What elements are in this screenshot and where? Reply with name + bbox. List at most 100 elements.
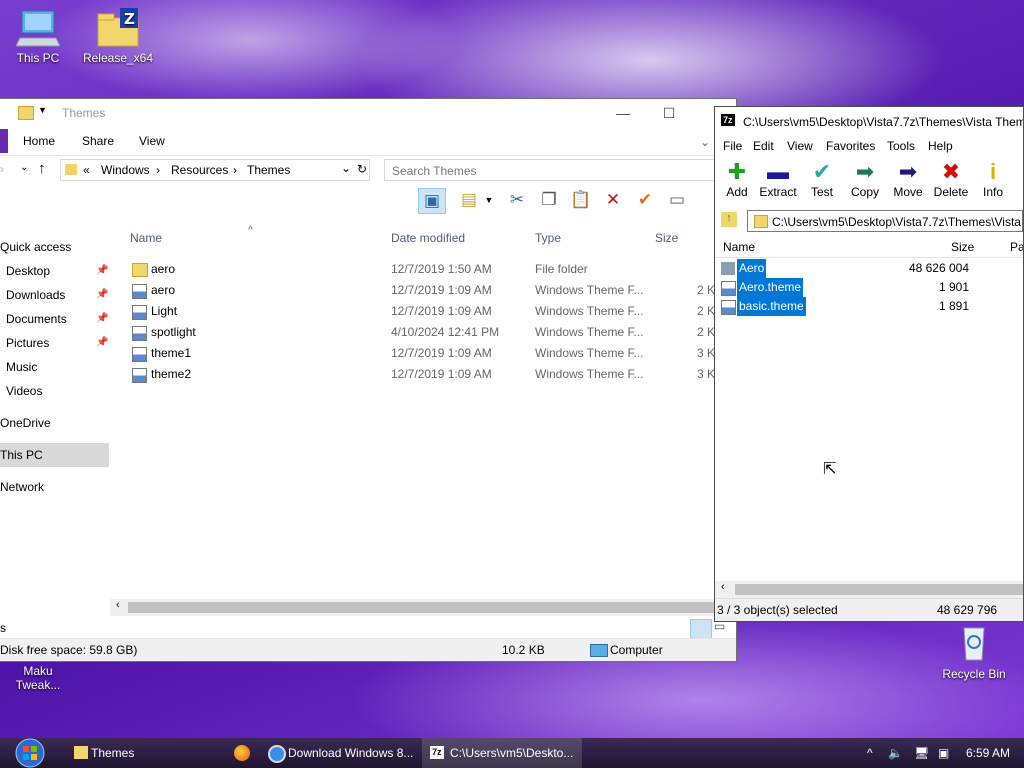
- menu-tools[interactable]: Tools: [887, 139, 915, 153]
- volume-muted-icon[interactable]: 🔈: [888, 746, 903, 760]
- forward-icon[interactable]: ›: [0, 162, 4, 176]
- taskbar-item-explorer[interactable]: Themes: [66, 738, 226, 768]
- file-row[interactable]: aero 12/7/2019 1:09 AM Windows Theme F..…: [110, 280, 736, 301]
- network-icon[interactable]: 🖥: [914, 746, 929, 760]
- taskbar-item-chrome[interactable]: Download Windows 8...: [262, 738, 420, 768]
- rename-check-icon[interactable]: ✔: [632, 188, 658, 212]
- copy-button[interactable]: ➡ Copy: [843, 159, 887, 199]
- archive-row[interactable]: Aero 48 626 004: [715, 259, 1023, 278]
- delete-icon[interactable]: ✕: [600, 188, 626, 212]
- nav-downloads[interactable]: Downloads 📌: [0, 283, 109, 307]
- file-row[interactable]: Light 12/7/2019 1:09 AM Windows Theme F.…: [110, 301, 736, 322]
- nav-quick-access[interactable]: Quick access: [0, 235, 109, 259]
- menu-file[interactable]: File: [723, 139, 742, 153]
- start-button[interactable]: [10, 738, 50, 768]
- archive-row[interactable]: Aero.theme 1 901: [715, 278, 1023, 297]
- nav-network[interactable]: Network: [0, 475, 109, 499]
- scroll-left-icon[interactable]: ‹: [721, 581, 725, 593]
- desktop-icon-recycle-bin[interactable]: Recycle Bin: [938, 624, 1010, 681]
- horizontal-scrollbar[interactable]: ‹: [715, 581, 1023, 598]
- desktop-icon-release[interactable]: Z Release_x64: [82, 8, 154, 65]
- column-size[interactable]: Size: [951, 240, 974, 254]
- taskbar-label: Download Windows 8...: [288, 746, 414, 760]
- extract-button[interactable]: ▬ Extract: [756, 159, 800, 199]
- column-name[interactable]: Name: [723, 240, 755, 254]
- tab-home[interactable]: Home: [23, 134, 55, 148]
- cut-icon[interactable]: ✂: [504, 188, 530, 212]
- file-row[interactable]: aero 12/7/2019 1:50 AM File folder: [110, 259, 736, 280]
- menu-favorites[interactable]: Favorites: [826, 139, 875, 153]
- column-size[interactable]: Size: [655, 231, 678, 245]
- delete-button[interactable]: ✖ Delete: [929, 159, 973, 199]
- file-tab-marker[interactable]: [0, 129, 8, 153]
- move-button[interactable]: ➡ Move: [886, 159, 930, 199]
- scrollbar-thumb[interactable]: [735, 584, 1023, 595]
- info-button[interactable]: i Info: [971, 159, 1015, 199]
- nav-music[interactable]: Music: [0, 355, 109, 379]
- search-input[interactable]: Search Themes: [384, 159, 724, 181]
- menu-view[interactable]: View: [787, 139, 813, 153]
- nav-this-pc[interactable]: This PC: [0, 443, 109, 467]
- address-bar[interactable]: « Windows › Resources › Themes ⌄ ↻: [60, 159, 370, 181]
- clock[interactable]: 6:59 AM: [966, 746, 1010, 760]
- breadcrumb-resources[interactable]: Resources: [171, 163, 228, 177]
- menu-help[interactable]: Help: [928, 139, 953, 153]
- tab-view[interactable]: View: [139, 134, 165, 148]
- file-row[interactable]: theme1 12/7/2019 1:09 AM Windows Theme F…: [110, 343, 736, 364]
- file-size: 2 K: [697, 325, 716, 339]
- path-input[interactable]: C:\Users\vm5\Desktop\Vista7.7z\Themes\Vi…: [747, 210, 1023, 232]
- maximize-button[interactable]: ☐: [646, 99, 692, 127]
- up-folder-icon[interactable]: ↑: [721, 212, 737, 227]
- desktop-icon-this-pc[interactable]: This PC: [2, 8, 74, 65]
- horizontal-scrollbar[interactable]: ‹: [110, 599, 736, 616]
- taskbar-item-firefox[interactable]: [228, 738, 258, 768]
- test-button[interactable]: ✔ Test: [800, 159, 844, 199]
- column-packed[interactable]: Pac: [1010, 240, 1023, 254]
- file-type: Windows Theme F...: [535, 304, 644, 318]
- nav-documents[interactable]: Documents 📌: [0, 307, 109, 331]
- file-row[interactable]: theme2 12/7/2019 1:09 AM Windows Theme F…: [110, 364, 736, 385]
- new-folder-dropdown-icon[interactable]: ▼: [482, 188, 496, 212]
- window-title: Themes: [62, 106, 106, 120]
- 7zip-toolbar: ✚ Add ▬ Extract ✔ Test ➡ Copy ➡ Move ✖ Delete …: [715, 157, 1023, 209]
- theme-file-icon: [132, 347, 147, 362]
- desktop-icon-maku-tweak[interactable]: Maku Tweak...: [2, 664, 74, 692]
- breadcrumb-overflow[interactable]: «: [83, 163, 90, 177]
- scroll-left-icon[interactable]: ‹: [116, 599, 120, 611]
- view-details-icon[interactable]: [690, 619, 712, 639]
- menu-edit[interactable]: Edit: [753, 139, 774, 153]
- show-hidden-icons-icon[interactable]: ^: [867, 746, 873, 760]
- address-dropdown-icon[interactable]: ⌄: [341, 161, 351, 175]
- refresh-icon[interactable]: ↻: [357, 162, 367, 176]
- column-type[interactable]: Type: [535, 231, 561, 245]
- taskbar-item-7zip[interactable]: 7z C:\Users\vm5\Deskto...: [422, 738, 582, 768]
- breadcrumb-windows[interactable]: Windows: [101, 163, 150, 177]
- nav-videos[interactable]: Videos: [0, 379, 109, 403]
- scrollbar-thumb[interactable]: [128, 602, 736, 613]
- column-date-modified[interactable]: Date modified: [391, 231, 465, 245]
- file-name: aero: [151, 262, 176, 276]
- minimize-button[interactable]: —: [600, 99, 646, 127]
- copy-icon[interactable]: ❐: [536, 188, 562, 212]
- file-row[interactable]: spotlight 4/10/2024 12:41 PM Windows The…: [110, 322, 736, 343]
- archive-row[interactable]: basic.theme 1 891: [715, 297, 1023, 316]
- nav-onedrive[interactable]: OneDrive: [0, 411, 109, 435]
- new-folder-icon[interactable]: ▤: [456, 188, 482, 212]
- qat-dropdown-icon[interactable]: ▼: [38, 105, 47, 115]
- button-label: Copy: [850, 185, 879, 199]
- pin-icon: 📌: [96, 289, 109, 300]
- tab-share[interactable]: Share: [82, 134, 114, 148]
- column-name[interactable]: Name: [130, 231, 162, 245]
- button-label: Test: [810, 185, 833, 199]
- preview-pane-icon[interactable]: ▣: [418, 188, 446, 214]
- nav-label: Documents: [6, 312, 67, 326]
- breadcrumb-themes[interactable]: Themes: [247, 163, 290, 177]
- nav-desktop[interactable]: Desktop 📌: [0, 259, 109, 283]
- add-button[interactable]: ✚ Add: [715, 159, 759, 199]
- paste-icon[interactable]: 📋: [568, 188, 594, 212]
- notification-icon[interactable]: ▣: [938, 746, 949, 760]
- recent-dropdown-icon[interactable]: ⌄: [20, 162, 28, 173]
- properties-icon[interactable]: ▭: [664, 188, 690, 212]
- nav-pictures[interactable]: Pictures 📌: [0, 331, 109, 355]
- up-arrow-icon[interactable]: ↑: [38, 160, 46, 177]
